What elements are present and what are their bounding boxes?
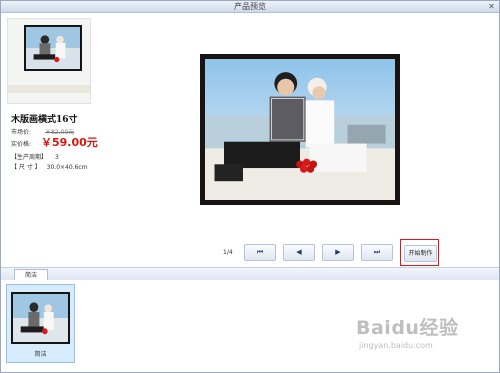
member-price: ￥59.00元	[40, 136, 98, 149]
table-surface	[8, 85, 90, 93]
production-cycle-value: 3	[54, 154, 59, 161]
thumbnail-photo-icon	[13, 294, 68, 342]
first-page-button[interactable]: ⏮	[244, 244, 276, 261]
baidu-watermark-logo: Baidu经验	[356, 317, 459, 339]
product-thumbnail	[7, 18, 91, 104]
page-indicator: 1/4	[223, 249, 233, 256]
couple-photo-icon	[26, 27, 80, 69]
member-price-row: 实价格: ￥59.00元	[11, 134, 98, 150]
main-preview-frame	[200, 54, 400, 205]
make-button-highlight: 开始制作	[400, 239, 439, 266]
last-page-button[interactable]: ⏭	[361, 244, 393, 261]
size-value: 30.0×40.6cm	[46, 164, 88, 171]
thumbnail-label: 简洁	[34, 351, 47, 358]
size-label: 【 尺 寸 】	[11, 164, 41, 171]
production-cycle-row: 【生产周期】 3	[11, 152, 59, 161]
size-row: 【 尺 寸 】 30.0×40.6cm	[11, 162, 88, 171]
style-thumbnail-frame	[11, 292, 70, 344]
last-page-icon: ⏭	[373, 248, 381, 256]
prev-page-icon: ◀	[296, 248, 302, 256]
window-title: 产品预览	[234, 2, 266, 11]
product-name: 木版画横式16寸	[11, 115, 78, 125]
title-bar: 产品预览 ✕	[1, 1, 499, 13]
start-making-button[interactable]: 开始制作	[404, 245, 437, 262]
baidu-watermark-url: jingyan.baidu.com	[359, 341, 433, 350]
member-price-label: 实价格:	[11, 141, 32, 148]
product-thumbnail-frame	[24, 25, 82, 71]
prev-page-button[interactable]: ◀	[283, 244, 315, 261]
style-thumbnail-selected[interactable]: 简洁	[6, 284, 75, 363]
next-page-icon: ▶	[335, 248, 341, 256]
main-couple-photo-icon	[205, 59, 395, 200]
next-page-button[interactable]: ▶	[322, 244, 354, 261]
production-cycle-label: 【生产周期】	[11, 154, 48, 161]
preview-window: 产品预览 ✕ 木版画横式16寸 市场价: ￥82.00元 实价格: ￥59.00…	[0, 0, 500, 373]
first-page-icon: ⏮	[256, 248, 264, 256]
close-icon[interactable]: ✕	[487, 2, 496, 11]
style-tabbar: 简洁	[1, 267, 499, 281]
